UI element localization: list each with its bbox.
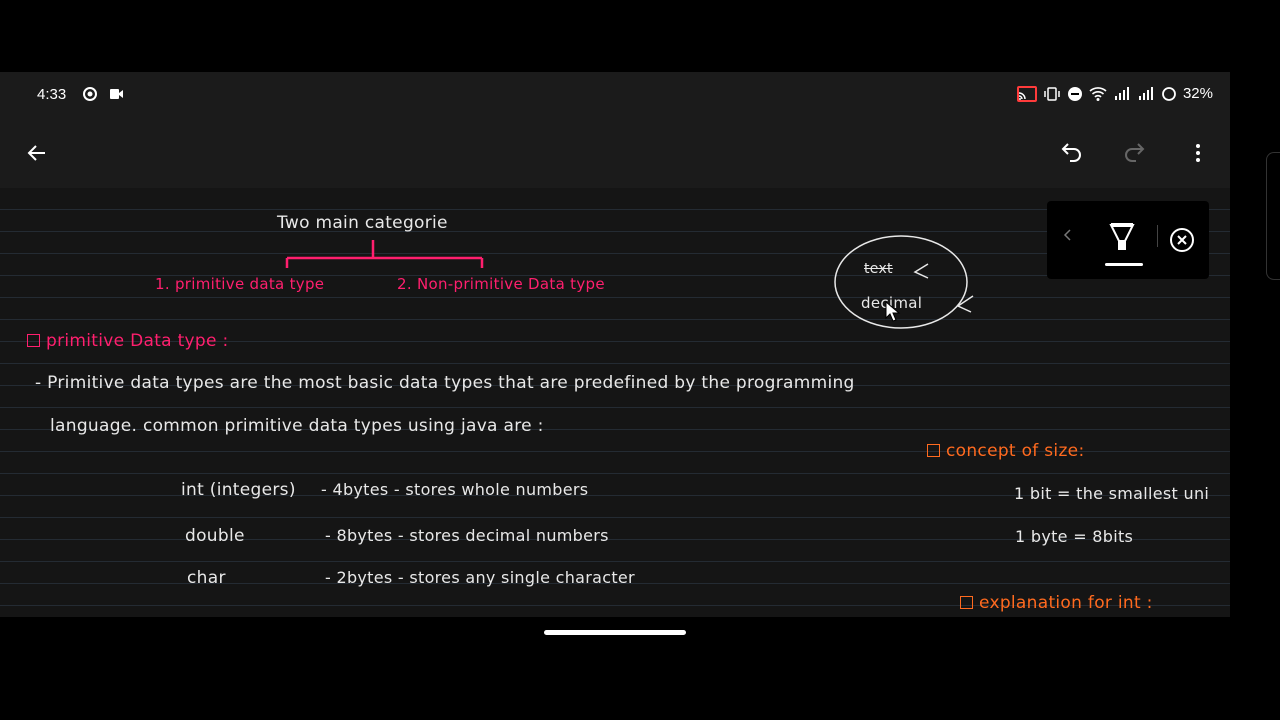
highlighter-tool-button[interactable] bbox=[1107, 221, 1137, 258]
size-byte-line: 1 byte = 8bits bbox=[1015, 527, 1134, 546]
category-non-primitive: 2. Non-primitive Data type bbox=[397, 275, 605, 293]
palette-divider bbox=[1157, 225, 1158, 247]
notes-canvas[interactable]: Two main categorie 1. primitive data typ… bbox=[0, 188, 1230, 617]
checkbox-icon bbox=[927, 444, 940, 457]
checkbox-icon bbox=[960, 596, 973, 609]
edge-panel-handle[interactable] bbox=[1266, 152, 1280, 280]
undo-button[interactable] bbox=[1050, 131, 1094, 175]
mouse-cursor-icon bbox=[885, 300, 901, 322]
type-double-desc: - 8bytes - stores decimal numbers bbox=[325, 526, 609, 545]
highlighter-icon bbox=[1109, 223, 1135, 250]
battery-saver-icon bbox=[1162, 86, 1176, 101]
video-record-icon bbox=[110, 89, 123, 99]
battery-percent: 32% bbox=[1182, 85, 1213, 102]
type-int-desc: - 4bytes - stores whole numbers bbox=[321, 480, 589, 499]
close-palette-button[interactable] bbox=[1169, 227, 1195, 258]
size-bit-line: 1 bit = the smallest uni bbox=[1014, 484, 1210, 503]
home-indicator[interactable] bbox=[544, 630, 686, 635]
note-line-2: language. common primitive data types us… bbox=[50, 416, 544, 436]
wifi-icon bbox=[1089, 86, 1107, 101]
type-char-desc: - 2bytes - stores any single character bbox=[325, 568, 635, 587]
circled-note bbox=[834, 235, 974, 329]
type-char-name: char bbox=[187, 568, 226, 588]
status-time: 4:33 bbox=[37, 86, 67, 103]
type-int-name: int (integers) bbox=[181, 480, 296, 500]
section-int-heading: explanation for int : bbox=[960, 593, 1153, 613]
cast-icon bbox=[1016, 85, 1037, 102]
dnd-icon bbox=[1067, 86, 1082, 101]
circle-notification-icon bbox=[83, 87, 97, 101]
circle-text-word: text bbox=[864, 261, 893, 277]
signal-icon bbox=[1114, 86, 1129, 100]
signal-2-icon bbox=[1138, 86, 1153, 100]
type-double-name: double bbox=[185, 526, 245, 546]
section-size-heading: concept of size: bbox=[927, 441, 1084, 461]
back-button[interactable] bbox=[15, 131, 59, 175]
categories-title: Two main categorie bbox=[277, 213, 448, 233]
undo-icon bbox=[1061, 143, 1081, 162]
vibrate-icon bbox=[1044, 86, 1060, 101]
redo-button[interactable] bbox=[1112, 131, 1156, 175]
close-circle-icon bbox=[1170, 228, 1194, 252]
app-screen: 4:33 32% Two main categorie 1. primitive… bbox=[0, 72, 1230, 617]
checkbox-icon bbox=[27, 334, 40, 347]
selected-tool-indicator bbox=[1105, 263, 1143, 266]
section-primitive-heading: primitive Data type : bbox=[27, 331, 229, 351]
status-bar: 4:33 32% bbox=[0, 72, 1230, 118]
arrow-left-icon bbox=[27, 145, 45, 161]
chevron-left-icon bbox=[1063, 229, 1071, 241]
pen-palette bbox=[1047, 201, 1209, 279]
more-options-button[interactable] bbox=[1176, 131, 1220, 175]
editor-toolbar bbox=[0, 118, 1230, 188]
note-line-1: - Primitive data types are the most basi… bbox=[35, 373, 855, 393]
palette-collapse-button[interactable] bbox=[1061, 228, 1075, 247]
more-vert-icon bbox=[1196, 144, 1200, 162]
tree-bracket bbox=[285, 240, 484, 268]
redo-icon bbox=[1125, 143, 1145, 162]
category-primitive: 1. primitive data type bbox=[155, 275, 325, 293]
